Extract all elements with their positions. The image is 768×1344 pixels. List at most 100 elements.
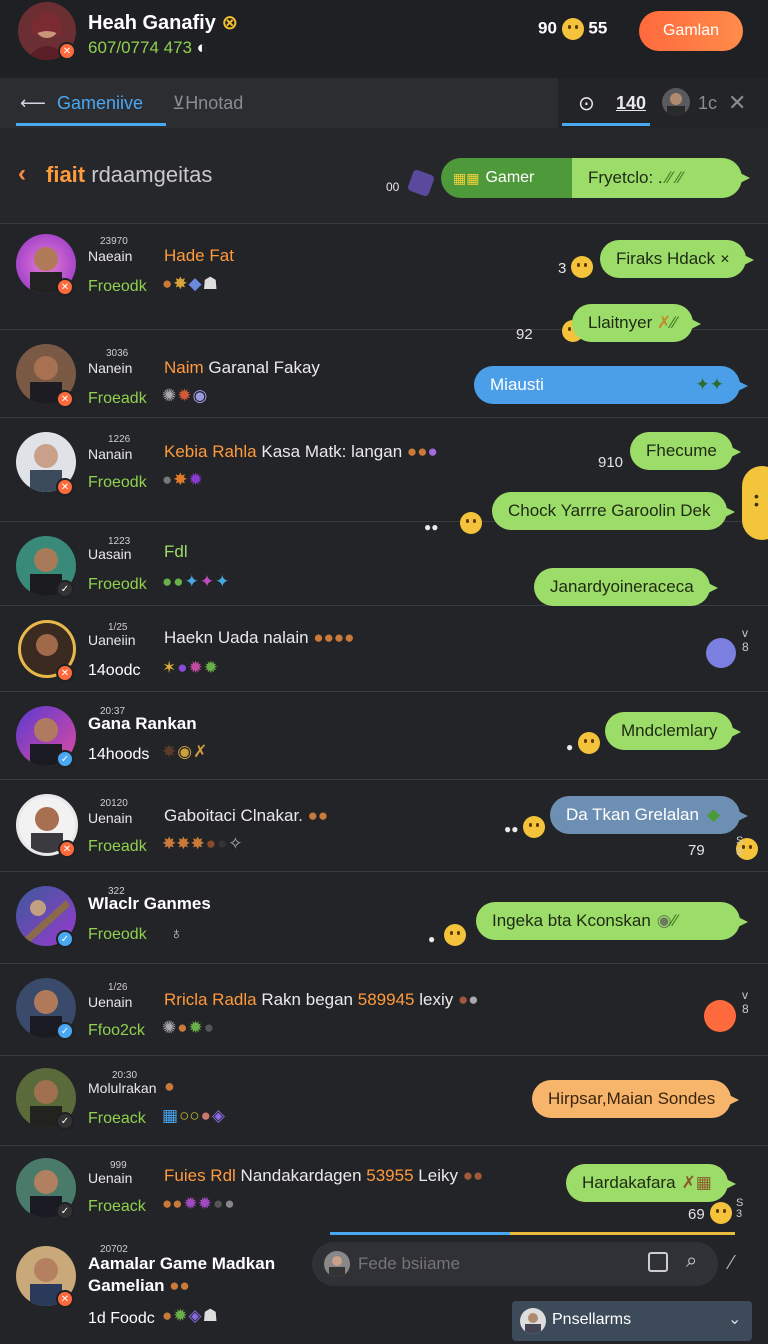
channel-title: fiait rdaamgeitas [46,162,213,187]
send-icon[interactable]: ⁄ [730,1252,733,1275]
row-title: Gaboitaci Clnakar. ●● [164,806,329,825]
status-badge: ✓ [56,750,74,768]
current-user-name2: Gamelian ●● [88,1276,190,1295]
chat-row[interactable]: ✕ 20120 Uenain Gaboitaci Clnakar. ●● Fro… [0,780,768,872]
tab-extra: 1c [698,92,718,113]
status-badge: ✕ [56,664,74,682]
tab-count-indicator [562,123,650,126]
gem-icon [406,168,436,198]
message-bubble[interactable]: Miausti ✦✦ [474,366,748,404]
chat-row[interactable]: ✓ 322 Wlaclr Ganmes Froeodk ♁ ● Ingeka b… [0,872,768,964]
item-icons: ● ✹ ◈ ☗ [162,1306,218,1325]
search-input[interactable] [358,1242,638,1286]
smile-icon [571,256,593,278]
status-badge: ✕ [58,840,76,858]
status-dot [704,1000,736,1032]
back-arrow-icon[interactable]: ⟵ [20,78,46,128]
row-title: Hade Fat [164,246,234,265]
user-subtitle: 607/0774 473 ◐ [88,38,208,57]
item-icons: ✸ ◉ ✗ [162,742,208,761]
search-avatar [324,1251,350,1277]
gamlan-button[interactable]: Gamlan [639,11,743,51]
row-title: Rricla Radla Rakn began 589945 lexiy ●● [164,990,479,1009]
row-title: Kebia Rahla Kasa Matk: langan ●●● [164,442,438,461]
chat-row[interactable]: ✓ 1223 Uasain Fdl Froeodk ● ● ✦ ✦ ✦ Janardyo… [0,522,768,606]
message-bubble[interactable]: Ingeka bta Kconskan ◉ ⁄⁄ [476,902,748,940]
smile-icon [578,732,600,754]
chat-row[interactable]: ✓ 999 Uenain Fuies Rdl Nandakardagen 539… [0,1146,768,1234]
smile-icon [710,1202,732,1224]
chevron-down-icon: ⌄ [728,1311,742,1328]
message-bubble[interactable]: Hirpsar,Maian Sondes [532,1080,740,1118]
smile-icon [561,18,584,40]
status-badge: ✓ [56,930,74,948]
status-badge: ✕ [56,390,74,408]
sticker-icon: ⁄⁄ ⁄⁄ [666,168,683,187]
back-chevron-icon[interactable]: ‹ [18,160,26,188]
chat-row[interactable]: ✓ 1/26 Uenain Rricla Radla Rakn began 58… [0,964,768,1056]
search-icon[interactable]: ⌕ [686,1250,697,1273]
row-title: Gana Rankan [88,714,197,733]
smile-icon [444,924,466,946]
header-bubble[interactable]: Fryetclo: . ⁄⁄ ⁄⁄ [572,158,750,198]
status-badge: ✓ [56,1112,74,1130]
message-bubble[interactable]: Firaks Hdack ✕ [600,240,754,278]
frame-icon[interactable] [648,1252,668,1272]
item-icons: ✸✸✸ ● ● ✧ [162,834,243,853]
dropdown-label: Pnsellarms [552,1311,632,1328]
tab-right-panel: ⊙ 140 1c ✕ [558,78,768,128]
gamer-tag[interactable]: ▦▦ Gamer [441,158,577,198]
current-user-status: 1d Foodc [88,1310,155,1327]
status-badge: ✕ [56,1290,74,1308]
status-badge: ✕ [56,478,74,496]
status-dot [706,638,736,668]
item-icons: ✺ ● ✹ ● [162,1018,215,1037]
row-title: Haekn Uada nalain ●●●● [164,628,355,647]
tab-hnotad[interactable]: ⊻ Hnotad [172,78,243,128]
message-bubble[interactable]: Mndclemlary [605,712,742,750]
tab-gameniive[interactable]: Gameniive [57,78,143,128]
message-bubble[interactable]: Hardakafara ✗▦ [566,1164,736,1202]
item-icons: ✺ ✹ ◉ [162,386,208,405]
tab-icon: ⊻ [172,92,186,113]
chat-row[interactable]: ✕ 1/25 Uaneiin Haekn Uada nalain ●●●● 14… [0,606,768,692]
item-icons: ● ✸ ◆ ☗ [162,274,218,293]
progress-bar-blue [330,1232,510,1235]
status-badge: ✕ [56,278,74,296]
chat-row[interactable]: ✕ 23970 Naeain Hade Fat Froeodk ● ✸ ◆ ☗ 3 F… [0,224,768,343]
selector-dropdown[interactable]: Pnsellarms ⌄ [512,1301,752,1341]
progress-bar-yellow [510,1232,735,1235]
user-status-badge: ✕ [58,42,76,60]
item-icons: ● ● ✦ ✦ ✦ [162,572,230,591]
smile-icon [523,816,545,838]
search-box[interactable]: ⌕ [312,1242,718,1286]
dropdown-avatar [520,1308,546,1334]
message-bubble[interactable]: Fhecume [630,432,741,470]
chat-row[interactable]: ✕ 1226 Nanain Kebia Rahla Kasa Matk: lan… [0,418,768,534]
item-icons: ♁ [170,924,183,943]
row-title: Fdl [164,542,188,561]
channel-header: ‹ fiait rdaamgeitas 00 ▦▦ Gamer Fryetclo:… [0,128,768,224]
close-icon[interactable]: ✕ [728,78,746,128]
status-badge: ✓ [56,1202,74,1220]
coins-display: 90 55 [538,18,607,40]
row-title: Fuies Rdl Nandakardagen 53955 Leiky ●● [164,1166,484,1185]
item-icons: ✶ ● ✹ ✹ [162,658,219,677]
tab-active-indicator [16,123,166,126]
tab-bar: ⟵ Gameniive ⊻ Hnotad ⊙ 140 1c ✕ [0,78,768,128]
settings-icon[interactable]: ⊙ [578,78,595,128]
item-icons: ●● ✹✹ ● ● [162,1194,235,1213]
item-icon: ● [164,1076,175,1096]
row-title: Wlaclr Ganmes [88,894,211,913]
mini-avatar[interactable] [662,88,690,116]
current-user-name: Aamalar Game Madkan [88,1254,276,1273]
chat-row[interactable]: ✓ 20:30 Molulrakan ● Froeack ▦ ○○ ● ◈ Hirps… [0,1056,768,1146]
app-header: ✕ Heah Ganafiy ⊗ 607/0774 473 ◐ 90 55 Ga… [0,0,768,78]
tab-count[interactable]: 140 [616,78,646,128]
chat-row[interactable]: ✓ 20:37 Gana Rankan 14hoods ✸ ◉ ✗ ● Mndcle… [0,692,768,780]
message-bubble[interactable]: Janardyoineraceca [534,568,718,606]
message-bubble[interactable]: Da Tkan Grelalan ◆ [550,796,748,834]
chat-row[interactable]: ✕ 3036 Nanein Naim Garanal Fakay Froeadk… [0,330,768,418]
item-icons: ● ✸ ✹ [162,470,203,489]
status-badge: ✓ [56,1022,74,1040]
